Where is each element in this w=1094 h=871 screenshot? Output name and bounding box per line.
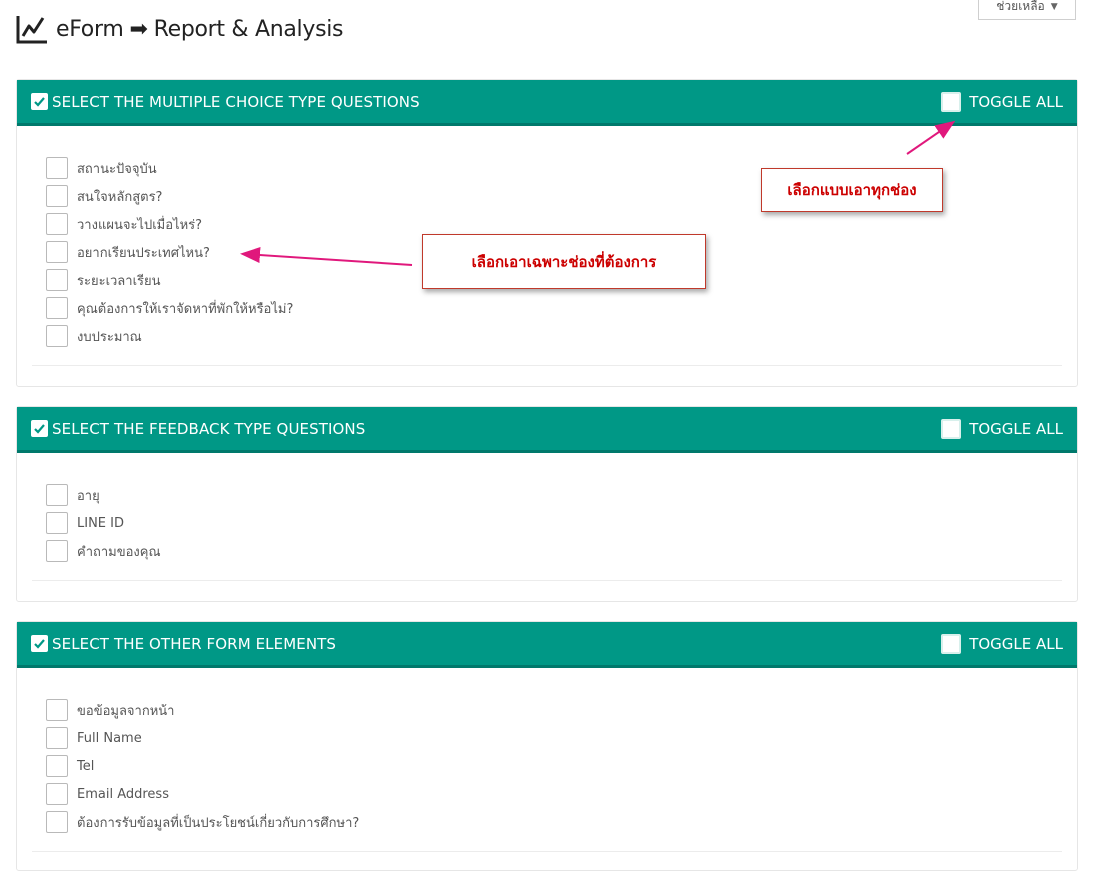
caret-down-icon: ▼: [1050, 1, 1058, 12]
panel-title: SELECT THE MULTIPLE CHOICE TYPE QUESTION…: [52, 92, 420, 111]
question-item[interactable]: คำถามของคุณ: [46, 537, 1077, 565]
question-checkbox[interactable]: [46, 269, 68, 291]
question-checkbox[interactable]: [46, 755, 68, 777]
question-item[interactable]: คุณต้องการให้เราจัดหาที่พักให้หรือไม่?: [46, 294, 1077, 322]
question-item[interactable]: อายุ: [46, 481, 1077, 509]
help-button[interactable]: ช่วยเหลือ ▼: [978, 0, 1076, 20]
callout-select-some-text: เลือกเอาเฉพาะช่องที่ต้องการ: [471, 252, 657, 271]
question-label: ขอข้อมูลจากหน้า: [77, 703, 175, 719]
question-label: ต้องการรับข้อมูลที่เป็นประโยชน์เกี่ยวกับ…: [77, 815, 360, 831]
question-checkbox[interactable]: [46, 213, 68, 235]
panel-title: SELECT THE FEEDBACK TYPE QUESTIONS: [52, 419, 366, 438]
help-label: ช่วยเหลือ: [996, 0, 1045, 13]
question-item[interactable]: LINE ID: [46, 509, 1077, 537]
question-label: Tel: [77, 758, 95, 774]
question-checkbox[interactable]: [46, 727, 68, 749]
check-icon: [34, 424, 45, 434]
select-section-checkbox[interactable]: [31, 635, 48, 652]
arrow-right-icon: ➡: [129, 16, 148, 42]
question-item[interactable]: งบประมาณ: [46, 322, 1077, 350]
question-item[interactable]: Tel: [46, 752, 1077, 780]
divider: [32, 580, 1062, 581]
callout-select-some: เลือกเอาเฉพาะช่องที่ต้องการ: [422, 234, 706, 289]
toggle-all-checkbox[interactable]: [941, 418, 962, 439]
panel-header: SELECT THE FEEDBACK TYPE QUESTIONS TOGGL…: [17, 407, 1077, 453]
check-icon: [34, 97, 45, 107]
toggle-all-label: TOGGLE ALL: [969, 92, 1063, 111]
panel-feedback: SELECT THE FEEDBACK TYPE QUESTIONS TOGGL…: [16, 406, 1078, 602]
question-checkbox[interactable]: [46, 540, 68, 562]
callout-select-all-text: เลือกแบบเอาทุกช่อง: [787, 181, 917, 199]
callout-select-all: เลือกแบบเอาทุกช่อง: [761, 168, 943, 212]
question-label: อายุ: [77, 488, 100, 504]
panel-title: SELECT THE OTHER FORM ELEMENTS: [52, 634, 337, 653]
panel-multiple-choice: SELECT THE MULTIPLE CHOICE TYPE QUESTION…: [16, 79, 1078, 387]
divider: [32, 851, 1062, 852]
question-label: Email Address: [77, 786, 169, 802]
question-list: ขอข้อมูลจากหน้า Full Name Tel Email Addr…: [17, 668, 1077, 836]
question-checkbox[interactable]: [46, 783, 68, 805]
question-label: สนใจหลักสูตร?: [77, 189, 163, 205]
question-item[interactable]: Email Address: [46, 780, 1077, 808]
question-label: LINE ID: [77, 515, 124, 531]
panel-other-elements: SELECT THE OTHER FORM ELEMENTS TOGGLE AL…: [16, 621, 1078, 871]
question-label: Full Name: [77, 730, 142, 746]
divider: [32, 365, 1062, 366]
question-label: คุณต้องการให้เราจัดหาที่พักให้หรือไม่?: [77, 301, 294, 317]
panel-header: SELECT THE MULTIPLE CHOICE TYPE QUESTION…: [17, 80, 1077, 126]
check-icon: [34, 639, 45, 649]
question-checkbox[interactable]: [46, 241, 68, 263]
toggle-all-checkbox[interactable]: [941, 91, 962, 112]
select-section-checkbox[interactable]: [31, 420, 48, 437]
question-checkbox[interactable]: [46, 157, 68, 179]
question-item[interactable]: Full Name: [46, 724, 1077, 752]
section-name: Report & Analysis: [153, 16, 344, 42]
question-checkbox[interactable]: [46, 484, 68, 506]
question-checkbox[interactable]: [46, 699, 68, 721]
question-label: วางแผนจะไปเมื่อไหร่?: [77, 217, 203, 233]
question-label: คำถามของคุณ: [77, 544, 161, 560]
question-checkbox[interactable]: [46, 512, 68, 534]
toggle-all-checkbox[interactable]: [941, 633, 962, 654]
top-bar: eForm ➡ Report & Analysis ช่วยเหลือ ▼: [0, 0, 1094, 60]
question-label: อยากเรียนประเทศไหน?: [77, 245, 210, 261]
question-item[interactable]: ต้องการรับข้อมูลที่เป็นประโยชน์เกี่ยวกับ…: [46, 808, 1077, 836]
toggle-all[interactable]: TOGGLE ALL: [941, 633, 1063, 654]
question-label: ระยะเวลาเรียน: [77, 273, 161, 289]
question-item[interactable]: ขอข้อมูลจากหน้า: [46, 696, 1077, 724]
toggle-all-label: TOGGLE ALL: [969, 634, 1063, 653]
toggle-all[interactable]: TOGGLE ALL: [941, 91, 1063, 112]
question-label: งบประมาณ: [77, 329, 142, 345]
question-list: อายุ LINE ID คำถามของคุณ: [17, 453, 1077, 565]
page-title: eForm ➡ Report & Analysis: [16, 14, 344, 44]
question-checkbox[interactable]: [46, 185, 68, 207]
select-section-checkbox[interactable]: [31, 93, 48, 110]
line-chart-icon: [16, 16, 47, 44]
panel-header: SELECT THE OTHER FORM ELEMENTS TOGGLE AL…: [17, 622, 1077, 668]
toggle-all-label: TOGGLE ALL: [969, 419, 1063, 438]
toggle-all[interactable]: TOGGLE ALL: [941, 418, 1063, 439]
question-checkbox[interactable]: [46, 811, 68, 833]
question-label: สถานะปัจจุบัน: [77, 161, 157, 177]
app-name: eForm: [56, 16, 124, 42]
question-checkbox[interactable]: [46, 325, 68, 347]
question-checkbox[interactable]: [46, 297, 68, 319]
